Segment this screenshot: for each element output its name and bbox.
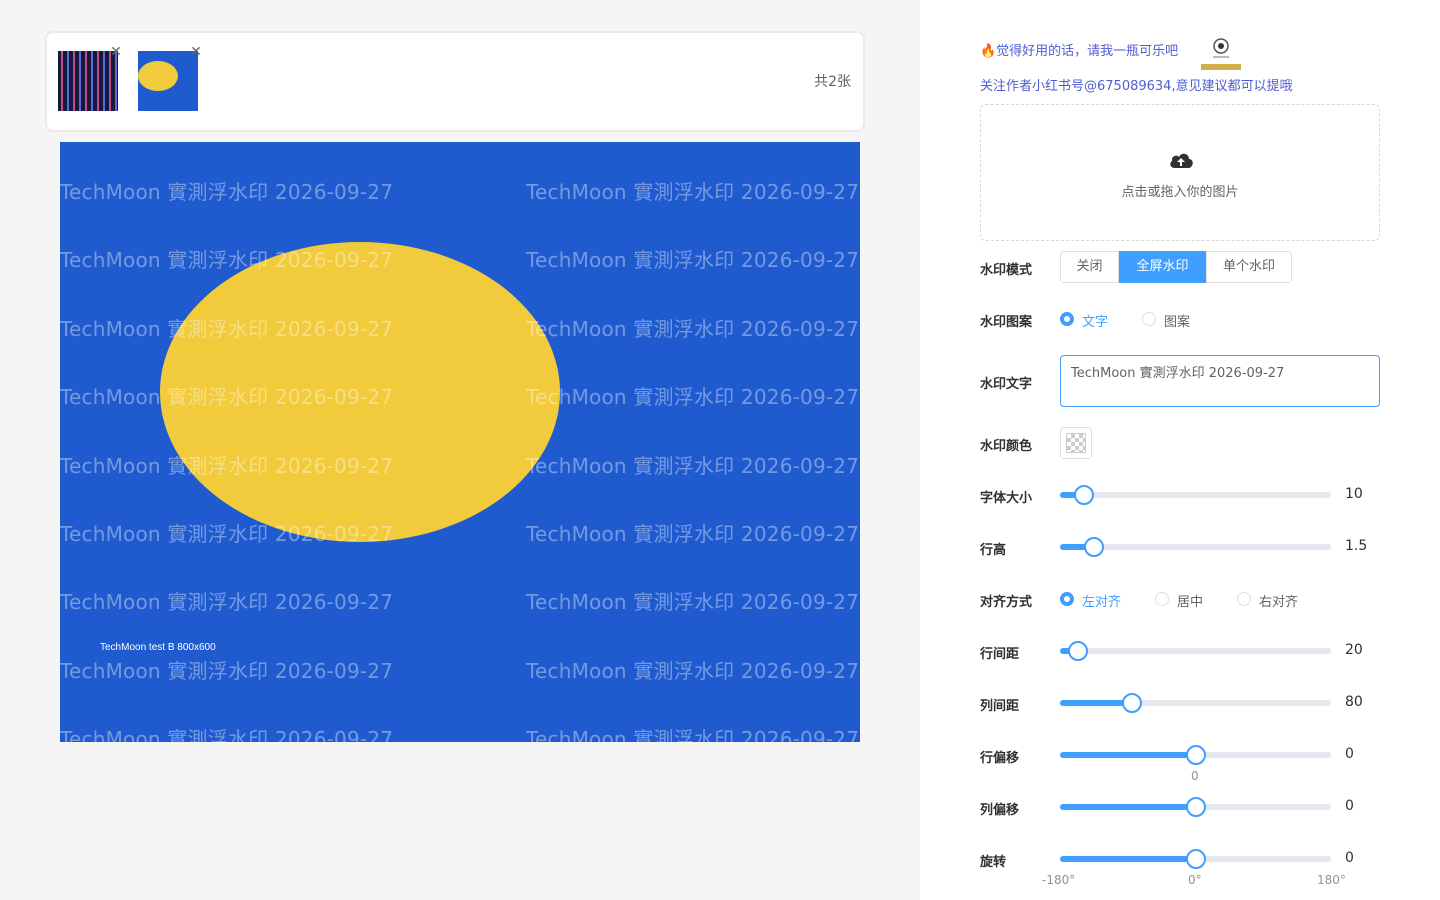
watermark-text-tile: TechMoon 實測浮水印 2026-09-27 xyxy=(60,248,394,273)
color-picker[interactable] xyxy=(1060,427,1092,459)
rotation-label: 旋转 xyxy=(980,855,1007,870)
watermark-text-tile: TechMoon 實測浮水印 2026-09-27 xyxy=(526,590,860,615)
watermark-text-input[interactable] xyxy=(1060,355,1380,407)
watermark-text-tile: TechMoon 實測浮水印 2026-09-27 xyxy=(526,385,860,410)
radio-dot xyxy=(1060,312,1074,326)
col-gap-label: 列间距 xyxy=(980,699,1020,714)
radio-dot xyxy=(1237,592,1251,606)
slider-handle[interactable] xyxy=(1083,537,1104,557)
row-offset-slider[interactable] xyxy=(1060,745,1331,765)
slider-handle[interactable] xyxy=(1067,641,1088,661)
watermark-text-tile: TechMoon 實測浮水印 2026-09-27 xyxy=(60,385,394,410)
rotation-mark-zero: 0° xyxy=(1188,873,1202,887)
col-offset-label: 列偏移 xyxy=(980,803,1020,818)
row-gap-value: 20 xyxy=(1345,642,1363,658)
row-offset-marker: 0 xyxy=(1191,769,1199,783)
mode-off-button[interactable]: 关闭 xyxy=(1060,251,1119,283)
promo-text: 🔥觉得好用的话，请我一瓶可乐吧 xyxy=(980,44,1179,59)
preview-caption: TechMoon test B 800x600 xyxy=(100,642,216,653)
remove-thumbnail-icon[interactable]: ✕ xyxy=(189,45,203,59)
watermark-text-tile: TechMoon 實測浮水印 2026-09-27 xyxy=(60,658,394,683)
row-gap-slider[interactable] xyxy=(1060,641,1331,661)
col-gap-slider[interactable] xyxy=(1060,693,1331,713)
ellipse-thumbnail-image xyxy=(138,51,198,111)
pattern-label: 水印图案 xyxy=(980,315,1033,330)
color-swatch xyxy=(1066,433,1086,453)
slider-fill xyxy=(1060,804,1196,810)
stripes-thumbnail-image xyxy=(58,51,118,111)
watermark-text-tile: TechMoon 實測浮水印 2026-09-27 xyxy=(60,316,394,341)
font-size-slider[interactable] xyxy=(1060,485,1331,505)
row-offset-value: 0 xyxy=(1345,746,1354,762)
watermark-text-tile: TechMoon 實測浮水印 2026-09-27 xyxy=(60,522,394,546)
align-label: 对齐方式 xyxy=(980,595,1033,610)
image-count: 共2张 xyxy=(814,74,851,90)
settings-panel: 🔥觉得好用的话，请我一瓶可乐吧 关注作者小红书号@675089634,意见建议都… xyxy=(920,0,1440,900)
upload-dropzone[interactable]: 点击或拖入你的图片 xyxy=(980,104,1380,241)
rotation-slider[interactable] xyxy=(1060,849,1331,869)
watermark-text-tile: TechMoon 實測浮水印 2026-09-27 xyxy=(526,180,860,204)
slider-handle[interactable] xyxy=(1074,485,1095,505)
remove-thumbnail-icon[interactable]: ✕ xyxy=(109,45,123,59)
cola-icon[interactable] xyxy=(1201,34,1241,72)
watermark-text-tile: TechMoon 實測浮水印 2026-09-27 xyxy=(526,453,860,478)
radio-dot xyxy=(1155,592,1169,606)
follow-author-link[interactable]: 关注作者小红书号@675089634,意见建议都可以提哦 xyxy=(980,75,1293,94)
slider-handle[interactable] xyxy=(1121,693,1142,713)
col-offset-slider[interactable] xyxy=(1060,797,1331,817)
font-size-label: 字体大小 xyxy=(980,491,1033,506)
line-height-slider[interactable] xyxy=(1060,537,1331,557)
rotation-mark-min: -180° xyxy=(1042,873,1076,887)
watermark-text-tile: TechMoon 實測浮水印 2026-09-27 xyxy=(526,658,860,683)
row-gap-label: 行间距 xyxy=(980,647,1020,662)
watermark-text-tile: TechMoon 實測浮水印 2026-09-27 xyxy=(526,248,860,273)
watermark-text-tile: TechMoon 實測浮水印 2026-09-27 xyxy=(526,316,860,341)
rotation-mark-max: 180° xyxy=(1317,873,1346,887)
cloud-upload-icon xyxy=(1170,153,1193,168)
font-size-value: 10 xyxy=(1345,486,1363,502)
thumbnail-ellipse[interactable]: ✕ xyxy=(138,45,202,111)
text-label: 水印文字 xyxy=(980,377,1033,392)
rotation-value: 0 xyxy=(1345,850,1354,866)
row-offset-label: 行偏移 xyxy=(980,751,1020,766)
slider-fill xyxy=(1060,752,1196,758)
line-height-value: 1.5 xyxy=(1345,538,1368,554)
slider-handle[interactable] xyxy=(1185,797,1206,817)
mode-single-button[interactable]: 单个水印 xyxy=(1206,251,1292,283)
mode-label: 水印模式 xyxy=(980,263,1033,278)
line-height-label: 行高 xyxy=(980,543,1007,558)
radio-dot xyxy=(1060,592,1074,606)
watermark-text-tile: TechMoon 實測浮水印 2026-09-27 xyxy=(526,522,860,546)
watermark-text-tile: TechMoon 實測浮水印 2026-09-27 xyxy=(60,180,394,204)
watermark-text-tile: TechMoon 實測浮水印 2026-09-27 xyxy=(60,590,394,615)
thumbnail-stripes[interactable]: ✕ xyxy=(58,45,122,111)
slider-handle[interactable] xyxy=(1185,745,1206,765)
col-offset-value: 0 xyxy=(1345,798,1354,814)
watermark-preview-canvas: TechMoon test B 800x600 TechMoon 實測浮水印 2… xyxy=(60,142,860,742)
thumbnail-strip: ✕ ✕ 共2张 xyxy=(45,31,865,132)
color-label: 水印颜色 xyxy=(980,439,1033,454)
watermark-text-tile: TechMoon 實測浮水印 2026-09-27 xyxy=(526,727,860,742)
mode-fullscreen-button[interactable]: 全屏水印 xyxy=(1119,251,1206,283)
radio-dot xyxy=(1142,312,1156,326)
preview-pane: ✕ ✕ 共2张 TechMoon test B 800x600 TechMoon… xyxy=(0,0,920,900)
slider-fill xyxy=(1060,856,1196,862)
slider-handle[interactable] xyxy=(1185,849,1206,869)
upload-hint: 点击或拖入你的图片 xyxy=(1121,185,1239,200)
watermark-text-tile: TechMoon 實測浮水印 2026-09-27 xyxy=(60,727,394,742)
col-gap-value: 80 xyxy=(1345,694,1363,710)
watermark-text-tile: TechMoon 實測浮水印 2026-09-27 xyxy=(60,453,394,478)
